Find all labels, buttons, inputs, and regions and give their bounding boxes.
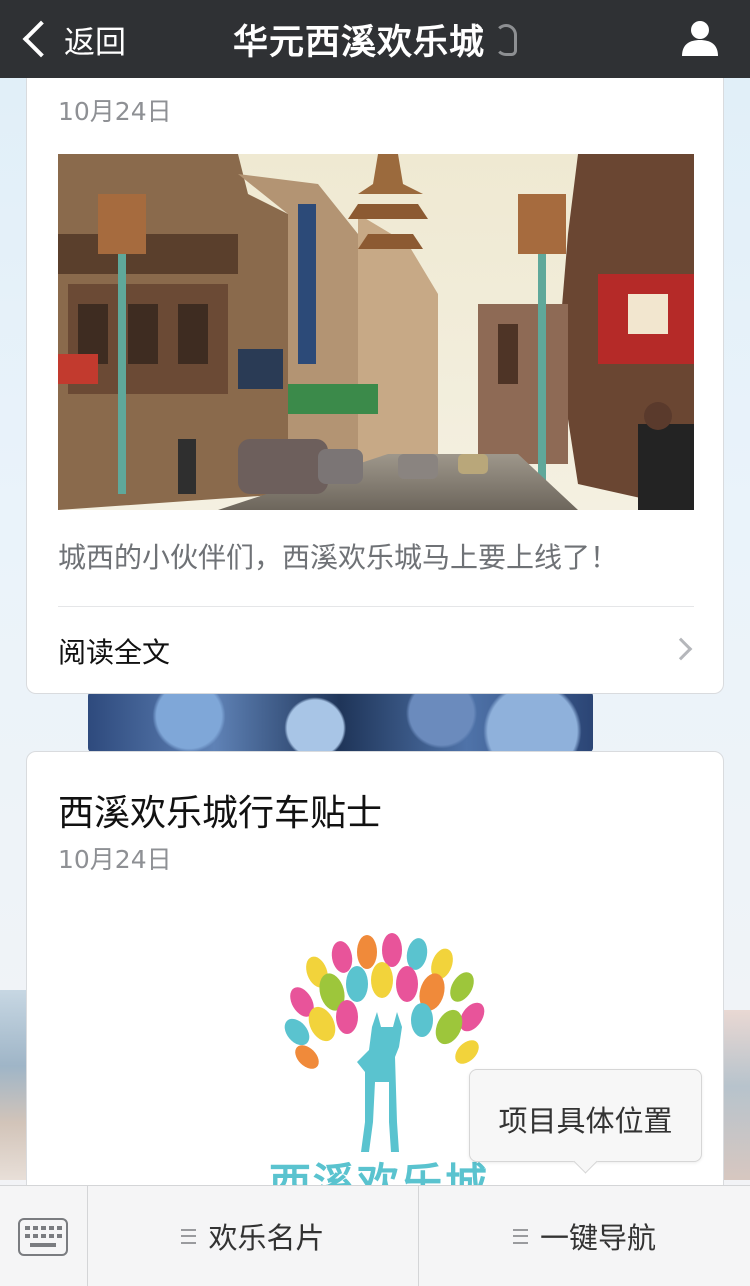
background-photo-middle xyxy=(88,692,593,752)
top-navigation-bar: 返回 华元西溪欢乐城 xyxy=(0,0,750,78)
chevron-right-icon xyxy=(669,637,693,661)
page-title-text: 华元西溪欢乐城 xyxy=(232,23,485,63)
article-date: 10月24日 xyxy=(58,845,172,874)
article-title: 西溪欢乐城行车贴士 xyxy=(58,793,383,834)
article-date: 10月24日 xyxy=(58,97,172,126)
article-description: 城西的小伙伴们，西溪欢乐城马上要上线了！ xyxy=(58,541,619,574)
article-cover-image xyxy=(58,154,694,510)
bottom-menu-bar: 欢乐名片 一键导航 xyxy=(0,1185,750,1286)
menu-item-label: 一键导航 xyxy=(539,1221,656,1255)
project-location-label: 项目具体位置 xyxy=(498,1104,673,1138)
ear-icon xyxy=(495,24,517,56)
page-title: 华元西溪欢乐城 xyxy=(0,14,750,65)
background-photo-right xyxy=(720,1010,750,1180)
user-profile-icon[interactable] xyxy=(680,18,720,58)
menu-item-label: 欢乐名片 xyxy=(208,1221,325,1255)
menu-icon xyxy=(181,1228,197,1244)
keyboard-toggle-button[interactable] xyxy=(0,1186,88,1286)
read-full-article-link[interactable]: 阅读全文 xyxy=(27,607,723,693)
menu-icon xyxy=(512,1228,528,1244)
project-location-popup[interactable]: 项目具体位置 xyxy=(469,1069,702,1174)
article-card[interactable]: 10月24日 城西的小伙伴们，西溪欢乐城马上要上线了！ 阅读全文 xyxy=(26,78,724,694)
read-full-article-label: 阅读全文 xyxy=(58,636,171,669)
menu-item-one-click-navigation[interactable]: 一键导航 xyxy=(419,1186,750,1286)
keyboard-icon xyxy=(18,1218,68,1256)
menu-item-happy-card[interactable]: 欢乐名片 xyxy=(88,1186,419,1286)
